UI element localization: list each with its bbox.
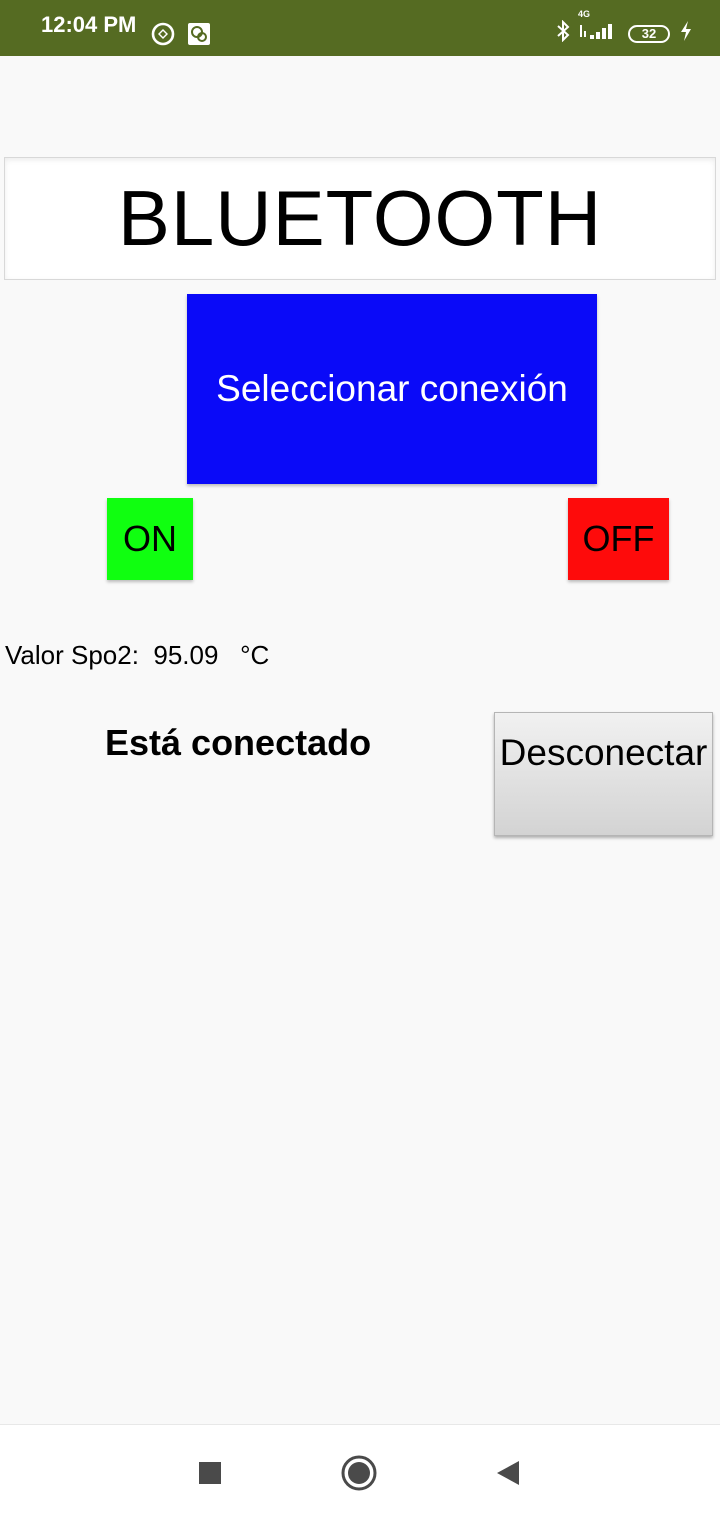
signal-icon: 4G: [578, 9, 618, 46]
sync-icon: [151, 22, 175, 51]
battery-icon: 32: [628, 24, 670, 43]
spo2-row: Valor Spo2: 95.09 °C: [5, 640, 269, 671]
spo2-value: 95.09: [153, 640, 219, 670]
spo2-unit: °C: [240, 640, 270, 670]
recents-icon[interactable]: [192, 1455, 228, 1491]
off-button[interactable]: OFF: [568, 498, 669, 580]
home-icon[interactable]: [341, 1455, 377, 1491]
status-left-icons: [151, 22, 211, 51]
network-type: 4G: [578, 9, 591, 19]
connection-status: Está conectado: [105, 722, 372, 763]
battery-level: 32: [641, 25, 657, 41]
navigation-bar: [0, 1424, 720, 1521]
title-box: BLUETOOTH: [4, 157, 716, 280]
disconnect-button[interactable]: Desconectar: [494, 712, 713, 836]
status-time: 12:04 PM: [41, 12, 137, 37]
chat-icon: [187, 22, 211, 51]
page-title: BLUETOOTH: [117, 174, 603, 262]
back-icon[interactable]: [489, 1455, 525, 1491]
bluetooth-icon: [556, 19, 570, 47]
status-bar: 12:04 PM 4G 32: [0, 0, 720, 56]
on-button[interactable]: ON: [107, 498, 193, 580]
charging-icon: [680, 21, 692, 46]
status-right-icons: 4G 32: [556, 9, 692, 47]
select-connection-button[interactable]: Seleccionar conexión: [187, 294, 597, 484]
spo2-label: Valor Spo2:: [5, 640, 139, 670]
